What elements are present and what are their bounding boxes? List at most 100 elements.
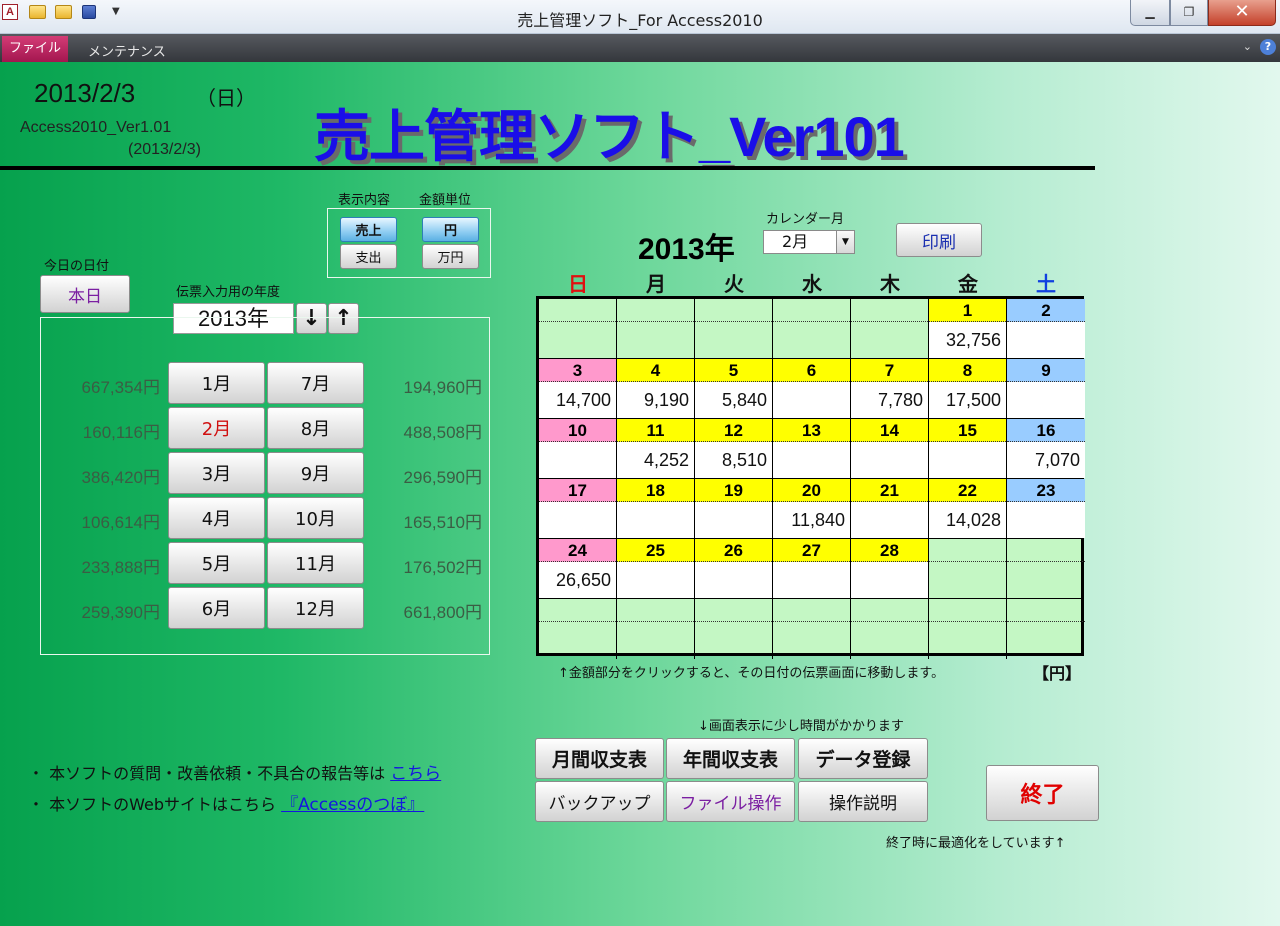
month-button[interactable]: 11月 [267,542,364,584]
weekday-header: 水 [802,272,822,296]
month-button[interactable]: 10月 [267,497,364,539]
calendar-day-amount[interactable]: 8,510 [695,442,772,478]
month-button[interactable]: 2月 [168,407,265,449]
calendar-day-amount[interactable] [1007,382,1085,418]
today-button[interactable]: 本日 [40,275,130,313]
calendar-month-select[interactable]: 2月 ▼ [763,230,855,254]
calendar-day-cell[interactable]: 17 [539,479,617,539]
calendar-day-amount[interactable]: 17,500 [929,382,1006,418]
month-total-right: 488,508円 [403,423,482,442]
calendar-day-cell[interactable]: 13 [773,419,851,479]
calendar-day-number: 11 [617,419,694,442]
calendar-day-cell[interactable]: 16 7,070 [1007,419,1085,479]
website-link[interactable]: 『Accessのつぼ』 [281,795,424,815]
calendar-day-amount[interactable] [851,502,928,538]
print-button[interactable]: 印刷 [896,223,982,257]
calendar-day-cell[interactable]: 11 4,252 [617,419,695,479]
calendar-day-amount[interactable] [773,382,850,418]
month-button[interactable]: 4月 [168,497,265,539]
calendar-day-amount[interactable] [617,562,694,598]
ribbon-collapse-icon[interactable]: ⌄ [1243,40,1252,53]
yearly-report-button[interactable]: 年間収支表 [666,738,795,779]
help-icon[interactable]: ? [1260,39,1276,55]
calendar-day-cell[interactable]: 21 [851,479,929,539]
calendar-day-amount[interactable] [539,502,616,538]
calendar-day-amount[interactable]: 26,650 [539,562,616,598]
calendar-day-cell[interactable]: 6 [773,359,851,419]
month-button[interactable]: 8月 [267,407,364,449]
month-button[interactable]: 5月 [168,542,265,584]
calendar-day-amount[interactable]: 5,840 [695,382,772,418]
data-entry-button[interactable]: データ登録 [798,738,928,779]
calendar-day-cell[interactable]: 3 14,700 [539,359,617,419]
calendar-day-cell[interactable]: 15 [929,419,1007,479]
calendar-day-amount[interactable]: 9,190 [617,382,694,418]
tab-maintenance[interactable]: メンテナンス [88,41,166,60]
calendar-day-amount[interactable]: 11,840 [773,502,850,538]
calendar-day-amount[interactable] [851,442,928,478]
month-button[interactable]: 6月 [168,587,265,629]
calendar-day-cell[interactable]: 18 [617,479,695,539]
calendar-day-amount[interactable]: 14,028 [929,502,1006,538]
sales-toggle-button[interactable]: 売上 [340,217,397,242]
restore-button[interactable]: ❐ [1170,0,1208,26]
calendar-day-cell [1007,539,1085,599]
calendar-day-amount[interactable]: 4,252 [617,442,694,478]
month-total-left: 259,390円 [81,603,160,622]
calendar-day-cell[interactable]: 9 [1007,359,1085,419]
expense-toggle-button[interactable]: 支出 [340,244,397,269]
calendar-day-cell[interactable]: 25 [617,539,695,599]
chevron-down-icon[interactable]: ▼ [836,231,854,253]
calendar-day-amount[interactable] [1007,502,1085,538]
calendar-day-cell[interactable]: 8 17,500 [929,359,1007,419]
month-button[interactable]: 12月 [267,587,364,629]
calendar-day-cell[interactable]: 12 8,510 [695,419,773,479]
close-button[interactable]: ✕ [1208,0,1276,26]
slow-display-note: ↓画面表示に少し時間がかかります [698,719,904,734]
calendar-day-cell[interactable]: 2 [1007,299,1085,359]
calendar-day-cell[interactable]: 28 [851,539,929,599]
calendar-day-amount[interactable]: 32,756 [929,322,1006,358]
yen-unit-button[interactable]: 円 [422,217,479,242]
calendar-day-amount[interactable] [773,442,850,478]
calendar-day-cell[interactable]: 5 5,840 [695,359,773,419]
calendar-day-cell[interactable]: 14 [851,419,929,479]
month-button[interactable]: 3月 [168,452,265,494]
manual-button[interactable]: 操作説明 [798,781,928,822]
calendar-day-cell[interactable]: 19 [695,479,773,539]
backup-button[interactable]: バックアップ [535,781,664,822]
calendar-day-amount[interactable] [695,502,772,538]
man-yen-unit-button[interactable]: 万円 [422,244,479,269]
calendar-row-divider [539,538,1081,539]
calendar-day-cell [773,599,851,659]
month-button[interactable]: 1月 [168,362,265,404]
calendar-day-cell[interactable]: 22 14,028 [929,479,1007,539]
month-button[interactable]: 7月 [267,362,364,404]
calendar-day-amount[interactable] [929,442,1006,478]
calendar-day-cell[interactable]: 23 [1007,479,1085,539]
calendar-day-amount[interactable] [773,562,850,598]
calendar-day-amount[interactable]: 7,780 [851,382,928,418]
calendar-day-amount[interactable]: 7,070 [1007,442,1085,478]
calendar-day-cell[interactable]: 27 [773,539,851,599]
calendar-day-cell[interactable]: 7 7,780 [851,359,929,419]
calendar-day-cell[interactable]: 4 9,190 [617,359,695,419]
calendar-day-amount[interactable] [851,562,928,598]
calendar-day-cell[interactable]: 24 26,650 [539,539,617,599]
calendar-day-cell[interactable]: 20 11,840 [773,479,851,539]
calendar-day-cell[interactable]: 26 [695,539,773,599]
month-button[interactable]: 9月 [267,452,364,494]
calendar-day-amount[interactable]: 14,700 [539,382,616,418]
exit-button[interactable]: 終了 [986,765,1099,821]
file-operations-button[interactable]: ファイル操作 [666,781,795,822]
calendar-day-amount[interactable] [695,562,772,598]
calendar-day-amount[interactable] [617,502,694,538]
calendar-day-amount[interactable] [539,442,616,478]
calendar-day-cell[interactable]: 1 32,756 [929,299,1007,359]
support-link[interactable]: こちら [390,764,441,784]
calendar-day-cell[interactable]: 10 [539,419,617,479]
minimize-button[interactable]: ▁ [1130,0,1170,26]
calendar-day-amount[interactable] [1007,322,1085,358]
tab-file[interactable]: ファイル [2,36,68,62]
monthly-report-button[interactable]: 月間収支表 [535,738,664,779]
